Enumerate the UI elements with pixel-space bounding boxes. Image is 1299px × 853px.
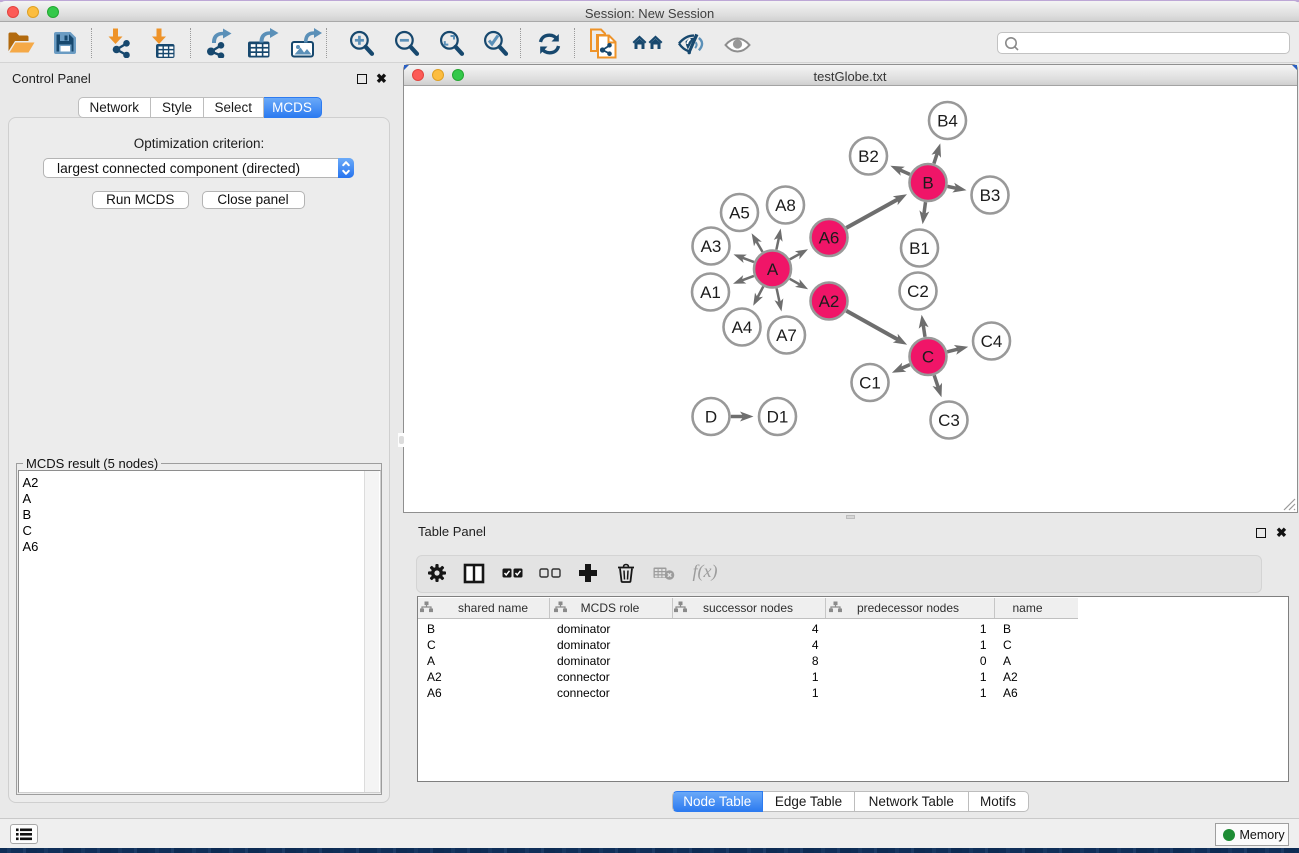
svg-text:B4: B4 [937,112,958,131]
svg-text:C1: C1 [859,374,881,393]
svg-text:B: B [922,174,933,193]
svg-text:A3: A3 [700,237,721,256]
svg-text:A8: A8 [775,196,796,215]
svg-text:A4: A4 [731,318,752,337]
svg-text:A2: A2 [818,292,839,311]
svg-text:A: A [766,260,778,279]
svg-text:D1: D1 [766,408,788,427]
svg-text:A7: A7 [776,326,797,345]
svg-text:B2: B2 [858,147,879,166]
svg-text:B1: B1 [909,239,930,258]
svg-text:A6: A6 [818,229,839,248]
svg-text:A1: A1 [700,283,721,302]
svg-text:C3: C3 [938,411,960,430]
svg-text:C: C [921,348,933,367]
svg-text:C4: C4 [980,332,1002,351]
svg-text:D: D [704,408,716,427]
svg-text:A5: A5 [729,204,750,223]
svg-text:C2: C2 [907,282,929,301]
svg-text:B3: B3 [979,186,1000,205]
